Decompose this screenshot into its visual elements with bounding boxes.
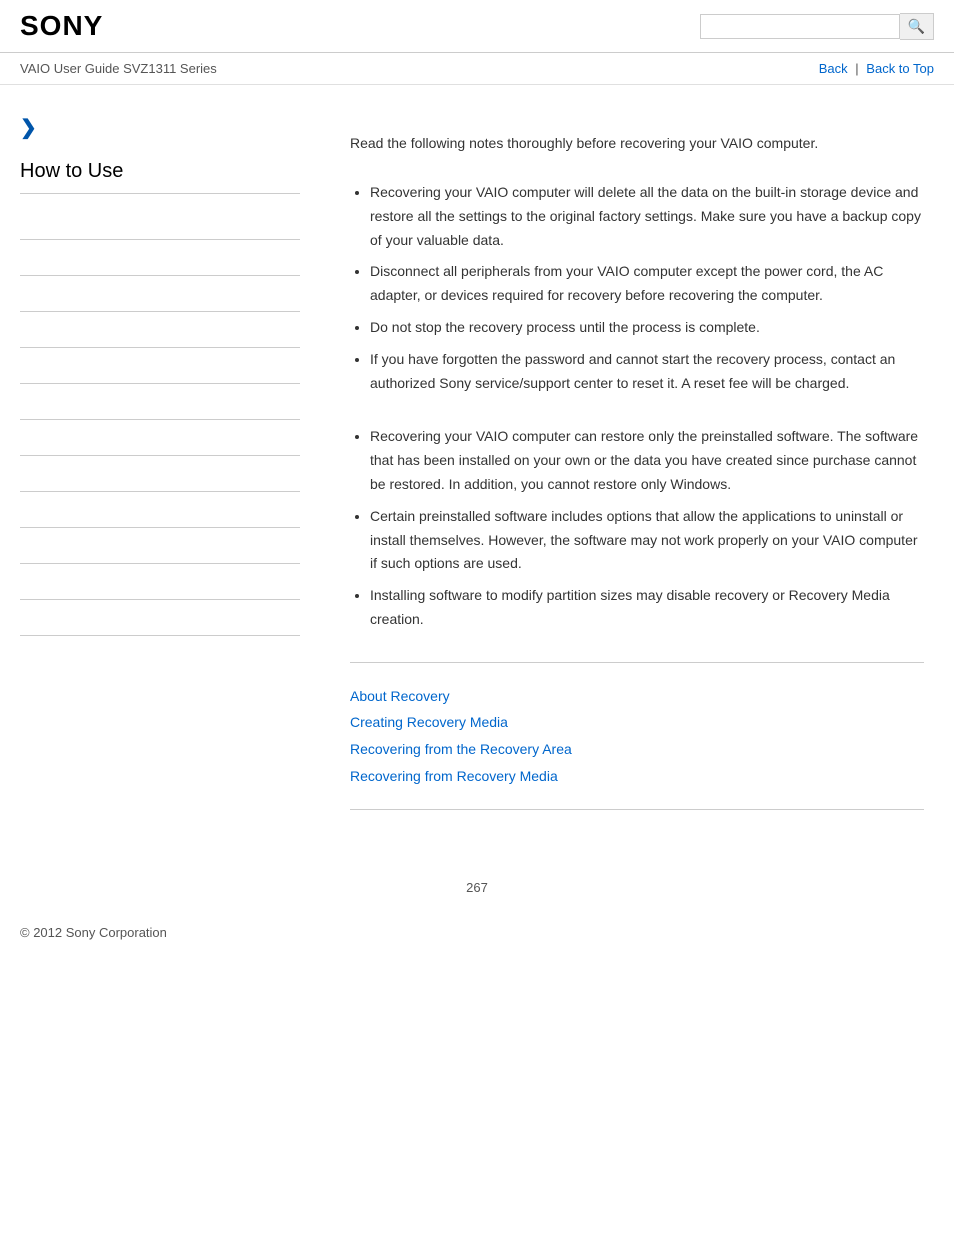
- search-icon: 🔍: [908, 18, 925, 34]
- bullet-item: Disconnect all peripherals from your VAI…: [370, 260, 924, 308]
- link-recovering-from-recovery-area[interactable]: Recovering from the Recovery Area: [350, 736, 924, 763]
- content-area: Read the following notes thoroughly befo…: [320, 85, 954, 860]
- sidebar-arrow-icon: ❯: [20, 115, 300, 140]
- subheader: VAIO User Guide SVZ1311 Series Back | Ba…: [0, 53, 954, 85]
- back-link[interactable]: Back: [819, 61, 848, 76]
- search-button[interactable]: 🔍: [900, 13, 934, 40]
- back-to-top-link[interactable]: Back to Top: [866, 61, 934, 76]
- bullet-list-2: Recovering your VAIO computer can restor…: [350, 425, 924, 631]
- bullet-item: If you have forgotten the password and c…: [370, 348, 924, 396]
- sidebar-item[interactable]: [20, 204, 300, 240]
- sony-logo: SONY: [20, 10, 103, 42]
- sidebar-item[interactable]: [20, 348, 300, 384]
- links-section: About Recovery Creating Recovery Media R…: [350, 683, 924, 789]
- sidebar-item[interactable]: [20, 528, 300, 564]
- sidebar-item[interactable]: [20, 276, 300, 312]
- sidebar-item[interactable]: [20, 456, 300, 492]
- bullet-item: Certain preinstalled software includes o…: [370, 505, 924, 576]
- bullet-item: Recovering your VAIO computer can restor…: [370, 425, 924, 496]
- bullet-item: Recovering your VAIO computer will delet…: [370, 181, 924, 252]
- link-recovering-from-recovery-media[interactable]: Recovering from Recovery Media: [350, 763, 924, 790]
- bullet-item: Installing software to modify partition …: [370, 584, 924, 632]
- header-search-area: 🔍: [700, 13, 934, 40]
- bullet-list-1: Recovering your VAIO computer will delet…: [350, 181, 924, 395]
- sidebar-section-title: How to Use: [20, 160, 300, 194]
- copyright: © 2012 Sony Corporation: [20, 925, 167, 940]
- sidebar-item[interactable]: [20, 384, 300, 420]
- sidebar-item[interactable]: [20, 492, 300, 528]
- sidebar-item[interactable]: [20, 564, 300, 600]
- header: SONY 🔍: [0, 0, 954, 53]
- main-container: ❯ How to Use Read the following notes th…: [0, 85, 954, 860]
- guide-title: VAIO User Guide SVZ1311 Series: [20, 61, 217, 76]
- divider-bottom: [350, 809, 924, 810]
- content-section-1: Recovering your VAIO computer will delet…: [350, 181, 924, 395]
- content-intro: Read the following notes thoroughly befo…: [350, 135, 924, 151]
- sidebar-item[interactable]: [20, 600, 300, 636]
- nav-links: Back | Back to Top: [819, 61, 934, 76]
- search-input[interactable]: [700, 14, 900, 39]
- bullet-item: Do not stop the recovery process until t…: [370, 316, 924, 340]
- sidebar-item[interactable]: [20, 312, 300, 348]
- divider-top: [350, 662, 924, 663]
- nav-separator: |: [855, 61, 858, 76]
- link-creating-recovery-media[interactable]: Creating Recovery Media: [350, 709, 924, 736]
- sidebar-item[interactable]: [20, 240, 300, 276]
- sidebar-items-list: [20, 204, 300, 636]
- page-number: 267: [0, 860, 954, 905]
- footer: © 2012 Sony Corporation: [0, 905, 954, 960]
- sidebar: ❯ How to Use: [0, 85, 320, 860]
- link-about-recovery[interactable]: About Recovery: [350, 683, 924, 710]
- sidebar-item[interactable]: [20, 420, 300, 456]
- content-section-2: Recovering your VAIO computer can restor…: [350, 425, 924, 631]
